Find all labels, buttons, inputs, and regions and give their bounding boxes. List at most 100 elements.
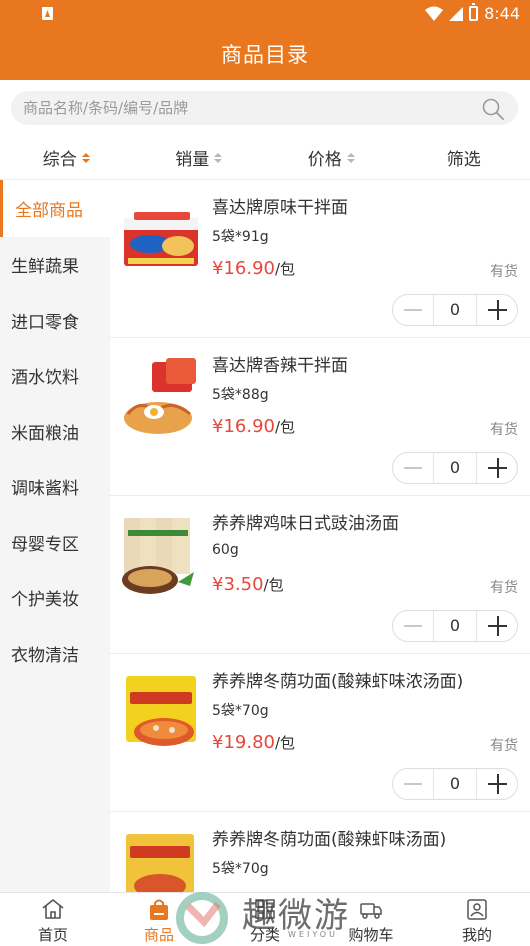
price-value: ¥16.90 <box>212 258 275 279</box>
product-spec: 5袋*70g <box>212 861 269 877</box>
stock-status: 有货 <box>490 422 518 438</box>
product-card[interactable]: 养养牌冬荫功面(酸辣虾味浓汤面) 5袋*70g ¥19.80/包 有货 0 <box>110 654 530 812</box>
sidebar-item-grain-oil[interactable]: 米面粮油 <box>0 404 110 460</box>
increase-button[interactable] <box>477 453 517 483</box>
stock-status: 有货 <box>490 580 518 596</box>
product-price: ¥19.80/包 <box>212 732 295 753</box>
product-image <box>124 212 198 266</box>
sort-label: 价格 <box>307 150 342 170</box>
quantity-stepper: 0 <box>392 294 518 326</box>
product-name: 养养牌冬荫功面(酸辣虾味汤面) <box>212 830 447 850</box>
search-icon[interactable] <box>482 98 504 120</box>
product-name: 喜达牌香辣干拌面 <box>212 356 348 376</box>
quantity-value[interactable]: 0 <box>433 769 477 799</box>
sidebar-item-fresh[interactable]: 生鲜蔬果 <box>0 237 110 293</box>
search-box[interactable] <box>11 91 518 125</box>
decrease-button[interactable] <box>393 295 433 325</box>
sort-sales[interactable]: 销量 <box>133 136 266 179</box>
tab-home[interactable]: 首页 <box>0 893 106 946</box>
decrease-button[interactable] <box>393 453 433 483</box>
product-price: ¥16.90/包 <box>212 416 295 437</box>
price-unit: /包 <box>263 576 284 594</box>
tab-label: 商品 <box>143 926 174 944</box>
quantity-stepper: 0 <box>392 610 518 642</box>
product-spec: 60g <box>212 542 239 558</box>
tab-products[interactable]: 商品 <box>106 893 212 946</box>
shopping-bag-icon <box>150 899 168 920</box>
sidebar-item-condiments[interactable]: 调味酱料 <box>0 459 110 515</box>
profile-icon <box>467 899 487 920</box>
sort-label: 销量 <box>175 150 210 170</box>
tab-cart[interactable]: 购物车 <box>318 893 424 946</box>
stock-status: 有货 <box>490 738 518 754</box>
product-spec: 5袋*70g <box>212 703 269 719</box>
price-value: ¥19.80 <box>212 732 275 753</box>
product-card[interactable]: 养养牌冬荫功面(酸辣虾味汤面) 5袋*70g <box>110 812 530 892</box>
quantity-value[interactable]: 0 <box>433 611 477 641</box>
category-sidebar: 全部商品 生鲜蔬果 进口零食 酒水饮料 米面粮油 调味酱料 母婴专区 个护美妆 … <box>0 180 110 892</box>
tab-label: 分类 <box>249 926 280 944</box>
product-image <box>124 358 196 434</box>
product-price: ¥16.90/包 <box>212 258 295 279</box>
product-name: 养养牌鸡味日式豉油汤面 <box>212 514 399 534</box>
tab-label: 购物车 <box>348 926 394 944</box>
decrease-button[interactable] <box>393 769 433 799</box>
quantity-value[interactable]: 0 <box>433 453 477 483</box>
search-input[interactable] <box>23 99 463 117</box>
price-value: ¥3.50 <box>212 574 264 595</box>
signal-icon <box>449 6 464 21</box>
product-image <box>122 518 194 594</box>
sidebar-item-baby[interactable]: 母婴专区 <box>0 515 110 571</box>
price-unit: /包 <box>274 734 296 752</box>
search-bar <box>0 80 530 136</box>
status-bar: 8:44 <box>0 0 530 28</box>
app-screen: 8:44 商品目录 综合 销量 价格 筛选 全部商 <box>0 0 530 946</box>
stock-status: 有货 <box>490 264 518 280</box>
product-name: 喜达牌原味干拌面 <box>212 198 348 218</box>
sort-bar: 综合 销量 价格 筛选 <box>0 136 530 180</box>
tab-category[interactable]: 分类 <box>212 893 318 946</box>
sidebar-item-personal-care[interactable]: 个护美妆 <box>0 570 110 626</box>
sort-arrows-icon <box>81 152 90 163</box>
battery-icon <box>469 3 479 21</box>
product-image <box>126 834 194 892</box>
wifi-icon <box>425 6 444 21</box>
product-card[interactable]: 喜达牌原味干拌面 5袋*91g ¥16.90/包 有货 0 <box>110 180 530 338</box>
increase-button[interactable] <box>477 769 517 799</box>
product-spec: 5袋*91g <box>212 229 269 245</box>
product-image <box>126 676 196 746</box>
sort-label: 筛选 <box>446 150 481 170</box>
tab-mine[interactable]: 我的 <box>424 893 530 946</box>
category-icon <box>255 899 275 919</box>
page-header: 商品目录 <box>0 28 530 80</box>
tab-label: 首页 <box>37 926 68 944</box>
price-unit: /包 <box>274 418 296 436</box>
quantity-stepper: 0 <box>392 452 518 484</box>
price-unit: /包 <box>274 260 296 278</box>
price-value: ¥16.90 <box>212 416 275 437</box>
sidebar-item-drinks[interactable]: 酒水饮料 <box>0 348 110 404</box>
cart-icon <box>360 903 382 919</box>
home-icon <box>42 899 64 919</box>
increase-button[interactable] <box>477 611 517 641</box>
sort-arrows-icon <box>346 152 355 163</box>
tab-label: 我的 <box>461 926 492 944</box>
decrease-button[interactable] <box>393 611 433 641</box>
product-price: ¥3.50/包 <box>212 574 284 595</box>
product-name: 养养牌冬荫功面(酸辣虾味浓汤面) <box>212 672 464 692</box>
sidebar-item-laundry[interactable]: 衣物清洁 <box>0 626 110 682</box>
bottom-tab-bar: 首页 商品 分类 购物车 我的 <box>0 892 530 946</box>
sort-comprehensive[interactable]: 综合 <box>0 136 133 179</box>
product-card[interactable]: 喜达牌香辣干拌面 5袋*88g ¥16.90/包 有货 0 <box>110 338 530 496</box>
product-card[interactable]: 养养牌鸡味日式豉油汤面 60g ¥3.50/包 有货 0 <box>110 496 530 654</box>
status-time: 8:44 <box>484 4 520 23</box>
quantity-value[interactable]: 0 <box>433 295 477 325</box>
increase-button[interactable] <box>477 295 517 325</box>
sidebar-item-imported-snacks[interactable]: 进口零食 <box>0 293 110 349</box>
sidebar-item-all[interactable]: 全部商品 <box>0 180 110 237</box>
sort-arrows-icon <box>214 152 223 163</box>
sort-price[interactable]: 价格 <box>265 136 398 179</box>
sort-filter[interactable]: 筛选 <box>398 136 530 179</box>
page-title: 商品目录 <box>221 43 309 67</box>
sim-card-icon <box>42 7 53 20</box>
